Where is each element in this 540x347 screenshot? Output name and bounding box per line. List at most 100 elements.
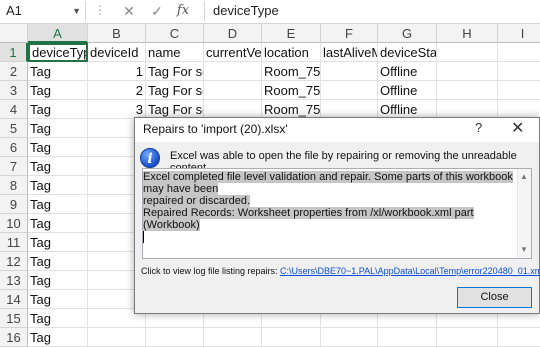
row-header-16[interactable]: 16 xyxy=(0,328,28,347)
repair-details-textbox[interactable]: Excel completed file level validation an… xyxy=(142,168,532,259)
cell-a13[interactable]: Tag xyxy=(28,271,88,290)
row-header-6[interactable]: 6 xyxy=(0,138,28,157)
row-header-14[interactable]: 14 xyxy=(0,290,28,309)
scroll-up-icon[interactable]: ▲ xyxy=(520,171,528,183)
cell-f1[interactable]: lastAliveM xyxy=(321,43,378,62)
row-header-2[interactable]: 2 xyxy=(0,62,28,81)
cell-i16[interactable] xyxy=(498,328,540,347)
close-icon[interactable]: ✕ xyxy=(511,118,524,138)
cell-c2[interactable]: Tag For sending an a xyxy=(146,62,204,81)
cell-a3[interactable]: Tag xyxy=(28,81,88,100)
cell-b1[interactable]: deviceId xyxy=(88,43,146,62)
formula-input[interactable]: deviceType xyxy=(204,1,540,21)
cell-e1[interactable]: location xyxy=(262,43,321,62)
dialog-title: Repairs to 'import (20).xlsx' xyxy=(143,122,288,136)
column-header-g[interactable]: G xyxy=(378,24,437,43)
insert-function-button[interactable]: fx xyxy=(172,1,194,21)
details-line-2: repaired or discarded. xyxy=(143,195,251,207)
cell-f2[interactable] xyxy=(321,62,378,81)
cell-g2[interactable]: Offline xyxy=(378,62,437,81)
cell-b16[interactable] xyxy=(88,328,146,347)
row-header-5[interactable]: 5 xyxy=(0,119,28,138)
cell-a2[interactable]: Tag xyxy=(28,62,88,81)
cell-i3[interactable] xyxy=(498,81,540,100)
cell-b3[interactable]: 2 xyxy=(88,81,146,100)
select-all-corner[interactable] xyxy=(0,24,28,43)
info-icon: i xyxy=(140,148,160,168)
help-button[interactable]: ? xyxy=(475,120,482,135)
cell-a9[interactable]: Tag xyxy=(28,195,88,214)
log-file-link[interactable]: C:\Users\DBE70~1.PAL\AppData\Local\Temp\… xyxy=(280,266,540,276)
cell-d1[interactable]: currentVe xyxy=(204,43,262,62)
formula-bar: A1 ▼ ⋮ ✕ ✓ fx deviceType xyxy=(0,0,540,24)
row-header-13[interactable]: 13 xyxy=(0,271,28,290)
cell-g16[interactable] xyxy=(378,328,437,347)
cell-h1[interactable] xyxy=(437,43,498,62)
row-header-8[interactable]: 8 xyxy=(0,176,28,195)
cell-a1[interactable]: deviceTyp xyxy=(28,43,88,62)
formula-bar-grip-icon: ⋮ xyxy=(94,3,106,17)
cell-e16[interactable] xyxy=(262,328,321,347)
column-header-e[interactable]: E xyxy=(262,24,321,43)
cell-a10[interactable]: Tag xyxy=(28,214,88,233)
cell-h16[interactable] xyxy=(437,328,498,347)
details-line-1: Excel completed file level validation an… xyxy=(143,171,513,195)
cell-d16[interactable] xyxy=(204,328,262,347)
row-header-1[interactable]: 1 xyxy=(0,43,28,62)
row-header-10[interactable]: 10 xyxy=(0,214,28,233)
cell-a16[interactable]: Tag xyxy=(28,328,88,347)
cell-c16[interactable] xyxy=(146,328,204,347)
cell-a5[interactable]: Tag xyxy=(28,119,88,138)
cell-a12[interactable]: Tag xyxy=(28,252,88,271)
cell-d3[interactable] xyxy=(204,81,262,100)
scroll-down-icon[interactable]: ▼ xyxy=(520,244,528,256)
column-header-d[interactable]: D xyxy=(204,24,262,43)
cell-a14[interactable]: Tag xyxy=(28,290,88,309)
details-scrollbar[interactable]: ▲ ▼ xyxy=(517,169,531,258)
cell-a11[interactable]: Tag xyxy=(28,233,88,252)
dialog-titlebar[interactable]: Repairs to 'import (20).xlsx' ? ✕ xyxy=(135,118,539,142)
column-header-f[interactable]: F xyxy=(321,24,378,43)
log-file-label: Click to view log file listing repairs: xyxy=(141,266,278,276)
confirm-entry-button[interactable]: ✓ xyxy=(146,1,168,21)
name-box-value: A1 xyxy=(6,3,22,18)
name-box[interactable]: A1 ▼ xyxy=(0,1,86,21)
row-header-11[interactable]: 11 xyxy=(0,233,28,252)
cell-c3[interactable]: Tag For sending an a xyxy=(146,81,204,100)
cell-a6[interactable]: Tag xyxy=(28,138,88,157)
text-cursor xyxy=(143,231,144,243)
row-header-15[interactable]: 15 xyxy=(0,309,28,328)
details-line-3: Repaired Records: Worksheet properties f… xyxy=(143,207,474,231)
chevron-down-icon[interactable]: ▼ xyxy=(72,1,81,21)
row-header-12[interactable]: 12 xyxy=(0,252,28,271)
row-header-9[interactable]: 9 xyxy=(0,195,28,214)
cell-g3[interactable]: Offline xyxy=(378,81,437,100)
cell-a15[interactable]: Tag xyxy=(28,309,88,328)
cell-a8[interactable]: Tag xyxy=(28,176,88,195)
cell-d2[interactable] xyxy=(204,62,262,81)
cell-f3[interactable] xyxy=(321,81,378,100)
cell-f16[interactable] xyxy=(321,328,378,347)
cell-h2[interactable] xyxy=(437,62,498,81)
cell-h3[interactable] xyxy=(437,81,498,100)
cancel-entry-button[interactable]: ✕ xyxy=(118,1,140,21)
cell-b2[interactable]: 1 xyxy=(88,62,146,81)
cell-i1[interactable] xyxy=(498,43,540,62)
column-header-i[interactable]: I xyxy=(498,24,540,43)
cell-e3[interactable]: Room_759 xyxy=(262,81,321,100)
column-header-a[interactable]: A xyxy=(28,24,88,43)
cell-c1[interactable]: name xyxy=(146,43,204,62)
close-button[interactable]: Close xyxy=(457,287,532,308)
cell-g1[interactable]: deviceStatus xyxy=(378,43,437,62)
cell-i2[interactable] xyxy=(498,62,540,81)
row-header-3[interactable]: 3 xyxy=(0,81,28,100)
column-header-b[interactable]: B xyxy=(88,24,146,43)
cell-e2[interactable]: Room_759 xyxy=(262,62,321,81)
repair-dialog: Repairs to 'import (20).xlsx' ? ✕ i Exce… xyxy=(134,117,540,314)
column-header-h[interactable]: H xyxy=(437,24,498,43)
cell-a7[interactable]: Tag xyxy=(28,157,88,176)
row-header-4[interactable]: 4 xyxy=(0,100,28,119)
cell-a4[interactable]: Tag xyxy=(28,100,88,119)
row-header-7[interactable]: 7 xyxy=(0,157,28,176)
column-header-c[interactable]: C xyxy=(146,24,204,43)
